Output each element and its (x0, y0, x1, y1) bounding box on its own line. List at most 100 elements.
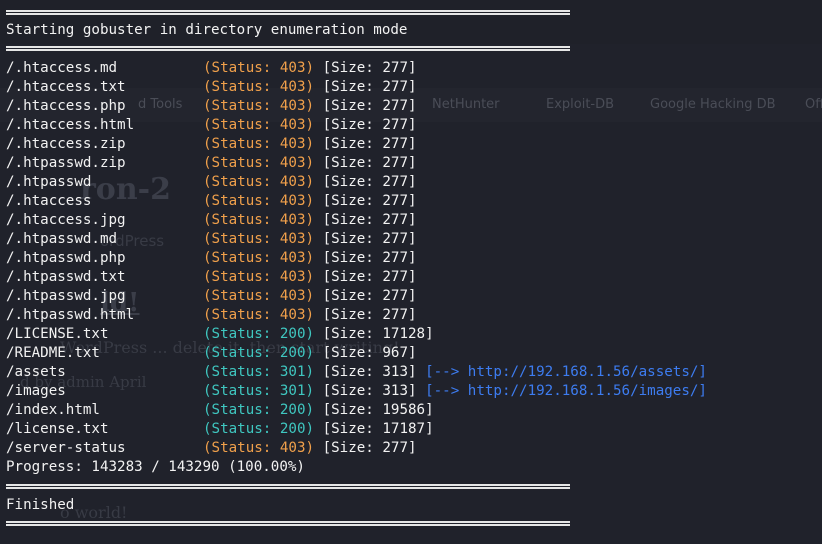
status-label-end: ) (305, 345, 323, 361)
separator-line (6, 46, 570, 51)
header-line: Starting gobuster in directory enumerati… (6, 22, 408, 38)
result-row: /README.txt (Status: 200) [Size: 967] (6, 344, 417, 363)
status-label-end: ) (305, 231, 323, 247)
result-row: /.htpasswd.jpg (Status: 403) [Size: 277] (6, 287, 417, 306)
result-row: /.htpasswd.html (Status: 403) [Size: 277] (6, 306, 417, 325)
result-row: /.htaccess.html (Status: 403) [Size: 277] (6, 116, 417, 135)
result-path: /.htpasswd.zip (6, 155, 126, 171)
result-path: /.htpasswd.php (6, 250, 126, 266)
status-label: (Status: (203, 364, 280, 380)
status-label: (Status: (203, 79, 280, 95)
status-code: 403 (279, 440, 306, 456)
progress-line: Progress: 143283 / 143290 (100.00%) (6, 459, 305, 475)
status-label: (Status: (203, 421, 280, 437)
status-code: 403 (279, 212, 306, 228)
status-label-end: ) (305, 269, 323, 285)
status-label: (Status: (203, 440, 280, 456)
status-code: 403 (279, 155, 306, 171)
status-label-end: ) (305, 402, 323, 418)
result-path: /.htaccess.md (6, 60, 118, 76)
result-path: /.htpasswd.md (6, 231, 118, 247)
status-code: 403 (279, 136, 306, 152)
status-label-end: ) (305, 307, 323, 323)
result-path: /.htaccess.html (6, 117, 135, 133)
status-label: (Status: (203, 345, 280, 361)
status-label: (Status: (203, 117, 280, 133)
size-label: [Size: 17187] (322, 421, 434, 437)
size-label: [Size: 277] (322, 155, 417, 171)
status-label-end: ) (305, 98, 323, 114)
result-path: /.htaccess.zip (6, 136, 126, 152)
status-label-end: ) (305, 364, 323, 380)
status-label: (Status: (203, 231, 280, 247)
status-label: (Status: (203, 288, 280, 304)
status-label-end: ) (305, 79, 323, 95)
result-row: /.htaccess (Status: 403) [Size: 277] (6, 192, 417, 211)
status-label: (Status: (203, 383, 280, 399)
result-path: /LICENSE.txt (6, 326, 109, 342)
result-path: /.htpasswd (6, 174, 92, 190)
result-path: /README.txt (6, 345, 100, 361)
size-label: [Size: 277] (322, 174, 417, 190)
result-path: /index.html (6, 402, 100, 418)
size-label: [Size: 19586] (322, 402, 434, 418)
status-code: 301 (279, 383, 306, 399)
result-row: /LICENSE.txt (Status: 200) [Size: 17128] (6, 325, 434, 344)
size-label: [Size: 277] (322, 98, 417, 114)
status-code: 200 (279, 326, 306, 342)
result-path: /.htpasswd.html (6, 307, 135, 323)
status-label-end: ) (305, 60, 323, 76)
result-row: /index.html (Status: 200) [Size: 19586] (6, 401, 434, 420)
separator-line (6, 484, 570, 489)
status-code: 403 (279, 269, 306, 285)
size-label: [Size: 313] (322, 364, 417, 380)
status-label: (Status: (203, 326, 280, 342)
result-path: /.htpasswd.jpg (6, 288, 126, 304)
size-label: [Size: 277] (322, 307, 417, 323)
status-label-end: ) (305, 421, 323, 437)
separator-line (6, 521, 570, 526)
result-row: /assets (Status: 301) [Size: 313] [--> ht… (6, 363, 707, 382)
redirect-target: [--> http://192.168.1.56/assets/] (416, 364, 707, 380)
size-label: [Size: 277] (322, 79, 417, 95)
status-label-end: ) (305, 174, 323, 190)
result-row: /.htpasswd.zip (Status: 403) [Size: 277] (6, 154, 417, 173)
status-label: (Status: (203, 307, 280, 323)
status-code: 403 (279, 288, 306, 304)
status-label: (Status: (203, 174, 280, 190)
status-label: (Status: (203, 250, 280, 266)
result-row: /.htaccess.txt (Status: 403) [Size: 277] (6, 78, 417, 97)
result-path: /server-status (6, 440, 126, 456)
status-code: 200 (279, 402, 306, 418)
status-label-end: ) (305, 288, 323, 304)
status-code: 403 (279, 307, 306, 323)
redirect-target: [--> http://192.168.1.56/images/] (416, 383, 707, 399)
size-label: [Size: 277] (322, 136, 417, 152)
status-label-end: ) (305, 117, 323, 133)
result-row: /.htaccess.jpg (Status: 403) [Size: 277] (6, 211, 417, 230)
result-path: /.htaccess (6, 193, 92, 209)
result-path: /.htpasswd.txt (6, 269, 126, 285)
size-label: [Size: 277] (322, 288, 417, 304)
size-label: [Size: 277] (322, 193, 417, 209)
status-code: 200 (279, 345, 306, 361)
status-label-end: ) (305, 383, 323, 399)
status-label-end: ) (305, 193, 323, 209)
size-label: [Size: 277] (322, 117, 417, 133)
size-label: [Size: 277] (322, 440, 417, 456)
result-row: /license.txt (Status: 200) [Size: 17187] (6, 420, 434, 439)
status-code: 403 (279, 98, 306, 114)
status-code: 403 (279, 60, 306, 76)
size-label: [Size: 313] (322, 383, 417, 399)
status-code: 301 (279, 364, 306, 380)
separator-line (6, 10, 570, 15)
status-code: 200 (279, 421, 306, 437)
result-row: /.htaccess.md (Status: 403) [Size: 277] (6, 59, 417, 78)
result-row: /.htpasswd.md (Status: 403) [Size: 277] (6, 230, 417, 249)
status-label-end: ) (305, 250, 323, 266)
status-label: (Status: (203, 60, 280, 76)
terminal-window[interactable]: Starting gobuster in directory enumerati… (0, 0, 822, 544)
size-label: [Size: 277] (322, 231, 417, 247)
result-row: /.htaccess.zip (Status: 403) [Size: 277] (6, 135, 417, 154)
status-code: 403 (279, 231, 306, 247)
